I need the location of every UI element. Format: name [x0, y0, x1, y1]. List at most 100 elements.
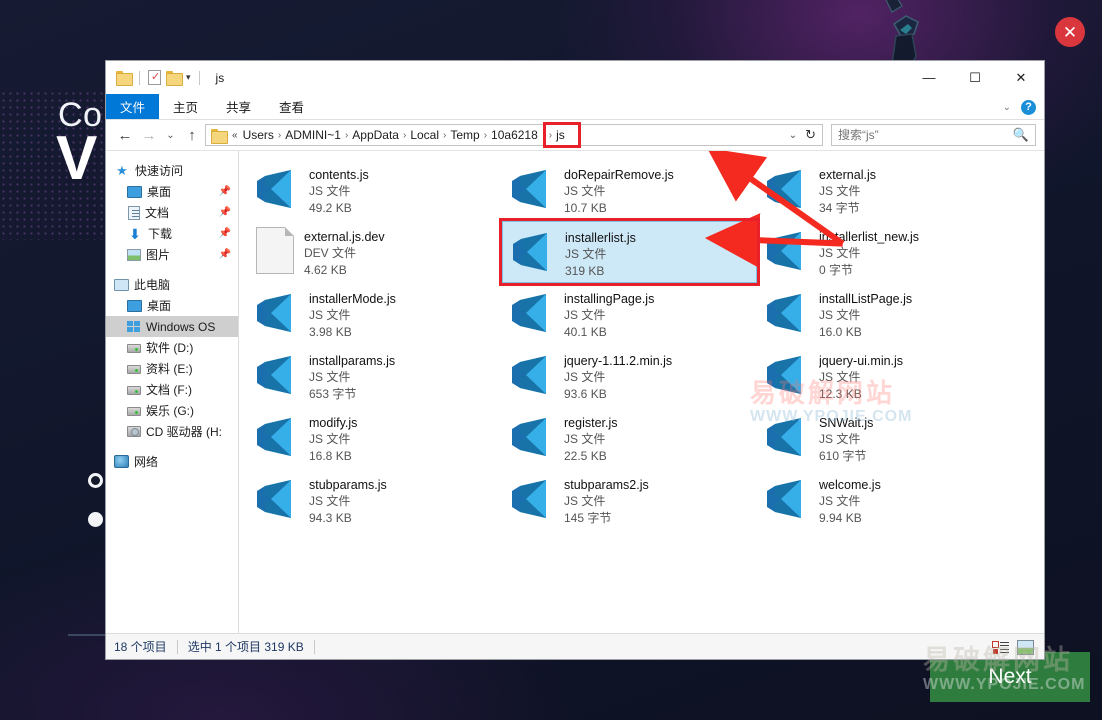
- file-item[interactable]: jquery-1.11.2.min.js JS 文件 93.6 KB: [502, 345, 757, 407]
- file-item[interactable]: register.js JS 文件 22.5 KB: [502, 407, 757, 469]
- sidebar-item-drive-f[interactable]: 文档 (F:): [106, 379, 238, 400]
- sidebar-item-documents[interactable]: 文档 📌: [106, 202, 238, 223]
- file-name: stubparams2.js: [564, 478, 649, 492]
- file-size: 4.62 KB: [304, 263, 347, 277]
- breadcrumb-item-js[interactable]: js: [553, 128, 568, 142]
- file-item[interactable]: external.js.dev DEV 文件 4.62 KB: [247, 221, 502, 283]
- address-bar-controls: ⌄ ↻: [789, 127, 820, 143]
- sidebar-item-windows-os[interactable]: Windows OS: [106, 316, 238, 337]
- sidebar-item-cd-drive[interactable]: CD 驱动器 (H:: [106, 421, 238, 442]
- file-item[interactable]: installerlist.js JS 文件 319 KB: [502, 221, 757, 283]
- file-item[interactable]: welcome.js JS 文件 9.94 KB: [757, 469, 1012, 531]
- breadcrumb-item-appdata[interactable]: AppData: [349, 128, 402, 142]
- item-count-label: 18 个项目: [114, 640, 167, 654]
- sidebar-item-drive-g[interactable]: 娱乐 (G:): [106, 400, 238, 421]
- back-button[interactable]: ←: [114, 123, 136, 147]
- file-type: JS 文件: [819, 432, 861, 446]
- chevron-down-icon[interactable]: ⌄: [1003, 102, 1011, 113]
- chevron-down-icon[interactable]: ▾: [186, 72, 191, 83]
- breadcrumb-overflow[interactable]: «: [230, 130, 240, 141]
- close-circle-icon[interactable]: ✕: [1055, 17, 1085, 47]
- sidebar-item-downloads[interactable]: ⬇ 下载 📌: [106, 223, 238, 244]
- close-button[interactable]: ✕: [998, 61, 1044, 94]
- sidebar-label: 图片: [146, 248, 171, 262]
- network-icon: [114, 455, 129, 468]
- file-item[interactable]: external.js JS 文件 34 字节: [757, 159, 1012, 221]
- file-type: JS 文件: [564, 432, 606, 446]
- pin-icon[interactable]: 📌: [219, 228, 231, 239]
- vscode-js-icon: [506, 351, 554, 399]
- up-button[interactable]: ↑: [181, 123, 203, 147]
- tab-file[interactable]: 文件: [106, 94, 160, 119]
- file-item[interactable]: installerlist_new.js JS 文件 0 字节: [757, 221, 1012, 283]
- sidebar-item-desktop[interactable]: 桌面 📌: [106, 181, 238, 202]
- tab-view[interactable]: 查看: [265, 94, 318, 119]
- breadcrumb-item-users[interactable]: Users: [240, 128, 277, 142]
- file-item[interactable]: SNWait.js JS 文件 610 字节: [757, 407, 1012, 469]
- tab-share[interactable]: 共享: [212, 94, 265, 119]
- search-icon[interactable]: 🔍: [1013, 127, 1029, 143]
- ribbon-tabs: 文件 主页 共享 查看 ⌄ ?: [106, 94, 1044, 120]
- address-bar[interactable]: « Users › ADMINI~1 › AppData › Local › T…: [205, 122, 823, 148]
- file-meta: installListPage.js JS 文件 16.0 KB: [819, 289, 912, 341]
- chevron-down-icon[interactable]: ⌄: [789, 130, 797, 141]
- file-item[interactable]: installparams.js JS 文件 653 字节: [247, 345, 502, 407]
- list-view-icon[interactable]: [992, 640, 1009, 655]
- breadcrumb-item-10a6218[interactable]: 10a6218: [488, 128, 541, 142]
- file-item[interactable]: modify.js JS 文件 16.8 KB: [247, 407, 502, 469]
- file-item[interactable]: contents.js JS 文件 49.2 KB: [247, 159, 502, 221]
- file-meta: external.js JS 文件 34 字节: [819, 165, 876, 217]
- file-item[interactable]: installListPage.js JS 文件 16.0 KB: [757, 283, 1012, 345]
- navigation-bar: ← → ⌄ ↑ « Users › ADMINI~1 › AppData › L…: [106, 120, 1044, 150]
- pin-icon[interactable]: 📌: [219, 186, 231, 197]
- folder-icon: [211, 128, 228, 144]
- file-item[interactable]: doRepairRemove.js JS 文件 10.7 KB: [502, 159, 757, 221]
- sidebar-label: 此电脑: [134, 278, 171, 292]
- sidebar-item-pictures[interactable]: 图片 📌: [106, 244, 238, 265]
- new-folder-icon[interactable]: [166, 71, 183, 86]
- pin-icon[interactable]: 📌: [219, 249, 231, 260]
- sidebar-header-this-pc[interactable]: 此电脑: [106, 274, 238, 295]
- search-box[interactable]: 🔍: [831, 124, 1036, 146]
- properties-icon[interactable]: [148, 70, 161, 85]
- recent-locations-button[interactable]: ⌄: [162, 123, 179, 147]
- tab-home[interactable]: 主页: [159, 94, 212, 119]
- help-icon[interactable]: ?: [1021, 99, 1036, 115]
- toolbar-separator: [139, 70, 140, 85]
- file-name: external.js.dev: [304, 230, 385, 244]
- download-icon: ⬇: [129, 225, 141, 242]
- installer-radio-option-1[interactable]: [88, 473, 103, 488]
- breadcrumb-item-temp[interactable]: Temp: [447, 128, 482, 142]
- search-input[interactable]: [838, 128, 1013, 142]
- installer-radio-option-2[interactable]: [88, 512, 103, 527]
- file-name: jquery-ui.min.js: [819, 354, 904, 368]
- sidebar-item-drive-d[interactable]: 软件 (D:): [106, 337, 238, 358]
- file-meta: modify.js JS 文件 16.8 KB: [309, 413, 357, 465]
- file-item[interactable]: stubparams2.js JS 文件 145 字节: [502, 469, 757, 531]
- sidebar-label: 下载: [148, 227, 173, 241]
- vscode-js-icon: [251, 413, 299, 461]
- this-pc-icon: [114, 278, 129, 291]
- refresh-icon[interactable]: ↻: [805, 127, 816, 143]
- file-item[interactable]: installerMode.js JS 文件 3.98 KB: [247, 283, 502, 345]
- sidebar-item-desktop-pc[interactable]: 桌面: [106, 295, 238, 316]
- document-icon: [128, 205, 140, 220]
- file-item[interactable]: installingPage.js JS 文件 40.1 KB: [502, 283, 757, 345]
- minimize-button[interactable]: —: [906, 61, 952, 94]
- sidebar-item-drive-e[interactable]: 资料 (E:): [106, 358, 238, 379]
- maximize-button[interactable]: ☐: [952, 61, 998, 94]
- file-list-pane[interactable]: contents.js JS 文件 49.2 KB doRepairRemove.js…: [239, 151, 1044, 633]
- breadcrumb-item-local[interactable]: Local: [407, 128, 442, 142]
- file-size: 0 字节: [819, 263, 854, 277]
- pin-icon[interactable]: 📌: [219, 207, 231, 218]
- file-name: SNWait.js: [819, 416, 874, 430]
- folder-icon[interactable]: [116, 71, 133, 86]
- file-item[interactable]: jquery-ui.min.js JS 文件 12.3 KB: [757, 345, 1012, 407]
- file-item[interactable]: stubparams.js JS 文件 94.3 KB: [247, 469, 502, 531]
- thumbnail-view-icon[interactable]: [1017, 639, 1034, 655]
- breadcrumb-item-admini[interactable]: ADMINI~1: [282, 128, 344, 142]
- sidebar-label: 桌面: [147, 299, 172, 313]
- forward-button[interactable]: →: [138, 123, 160, 147]
- sidebar-header-quick-access[interactable]: ★ 快速访问: [106, 160, 238, 181]
- sidebar-header-network[interactable]: 网络: [106, 451, 238, 472]
